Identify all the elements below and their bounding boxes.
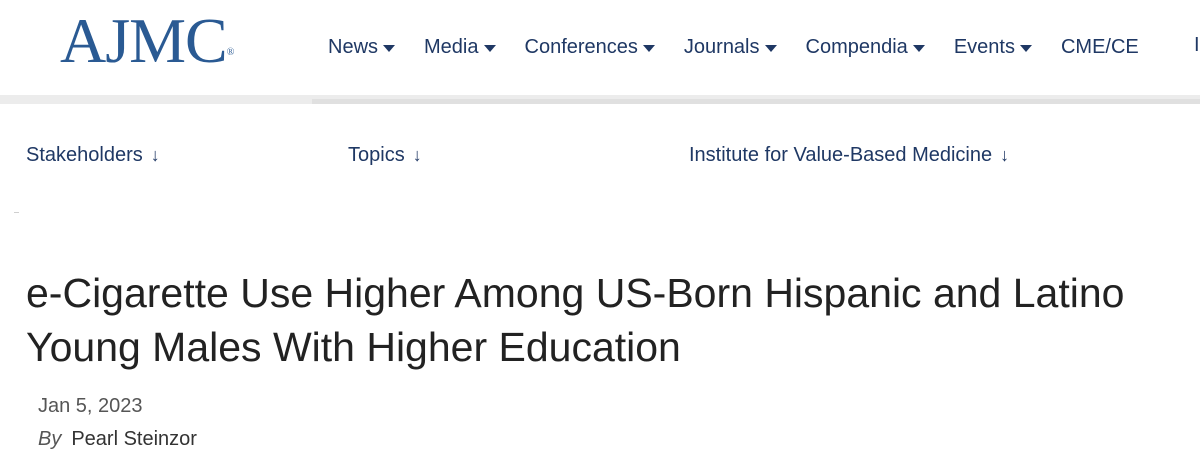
article-title-line-1: e-Cigarette Use Higher Among US-Born His… bbox=[26, 270, 1125, 316]
article-date: Jan 5, 2023 bbox=[38, 395, 143, 417]
ajmc-logo[interactable]: AJMC® bbox=[60, 4, 234, 78]
nav-journals-label: Journals bbox=[683, 35, 760, 58]
nav-news-label: News bbox=[328, 35, 379, 58]
subnav-topics-label: Topics bbox=[348, 144, 405, 166]
author-link[interactable]: Pearl Steinzor bbox=[71, 428, 197, 450]
nav-news[interactable]: News bbox=[328, 34, 396, 60]
nav-events[interactable]: Events bbox=[954, 34, 1032, 60]
header-divider bbox=[0, 95, 1200, 104]
nav-truncated-item[interactable]: I bbox=[1194, 34, 1200, 57]
subnav-stakeholders[interactable]: Stakeholders ↓ bbox=[26, 144, 160, 167]
registered-mark: ® bbox=[226, 47, 235, 58]
arrow-down-icon: ↓ bbox=[150, 145, 160, 165]
arrow-down-icon: ↓ bbox=[412, 145, 422, 165]
nav-journals[interactable]: Journals bbox=[684, 34, 777, 60]
sub-nav: Stakeholders ↓ Topics ↓ Institute for Va… bbox=[0, 144, 1200, 170]
nav-conferences-label: Conferences bbox=[524, 35, 638, 58]
nav-media[interactable]: Media bbox=[424, 34, 496, 60]
logo-text: AJMC bbox=[60, 5, 228, 76]
caret-down-icon bbox=[1019, 44, 1032, 52]
article-title: e-Cigarette Use Higher Among US-Born His… bbox=[26, 266, 1200, 374]
caret-down-icon bbox=[483, 44, 496, 52]
header-divider-shade bbox=[312, 99, 1200, 104]
main-nav: News Media Conferences Journals Compendi… bbox=[328, 34, 1168, 60]
caret-down-icon bbox=[642, 44, 655, 52]
caret-down-icon bbox=[912, 44, 925, 52]
subnav-stakeholders-label: Stakeholders bbox=[26, 144, 143, 166]
nav-cme-ce[interactable]: CME/CE bbox=[1061, 34, 1139, 60]
nav-media-label: Media bbox=[424, 35, 479, 58]
nav-compendia-label: Compendia bbox=[805, 35, 908, 58]
nav-conferences[interactable]: Conferences bbox=[525, 34, 655, 60]
arrow-down-icon: ↓ bbox=[1000, 145, 1010, 165]
nav-compendia[interactable]: Compendia bbox=[806, 34, 925, 60]
decorative-divider bbox=[14, 212, 19, 213]
subnav-topics[interactable]: Topics ↓ bbox=[348, 144, 422, 167]
nav-events-label: Events bbox=[953, 35, 1015, 58]
nav-cme-ce-label: CME/CE bbox=[1060, 35, 1139, 58]
subnav-institute-label: Institute for Value-Based Medicine bbox=[689, 144, 993, 166]
byline-label: By bbox=[38, 428, 62, 450]
caret-down-icon bbox=[383, 44, 396, 52]
subnav-institute[interactable]: Institute for Value-Based Medicine ↓ bbox=[689, 144, 1009, 167]
site-header: AJMC® News Media Conferences Journals Co… bbox=[0, 0, 1200, 95]
article-byline: By Pearl Steinzor bbox=[38, 428, 197, 451]
caret-down-icon bbox=[764, 44, 777, 52]
article-title-line-2: Young Males With Higher Education bbox=[26, 324, 681, 370]
